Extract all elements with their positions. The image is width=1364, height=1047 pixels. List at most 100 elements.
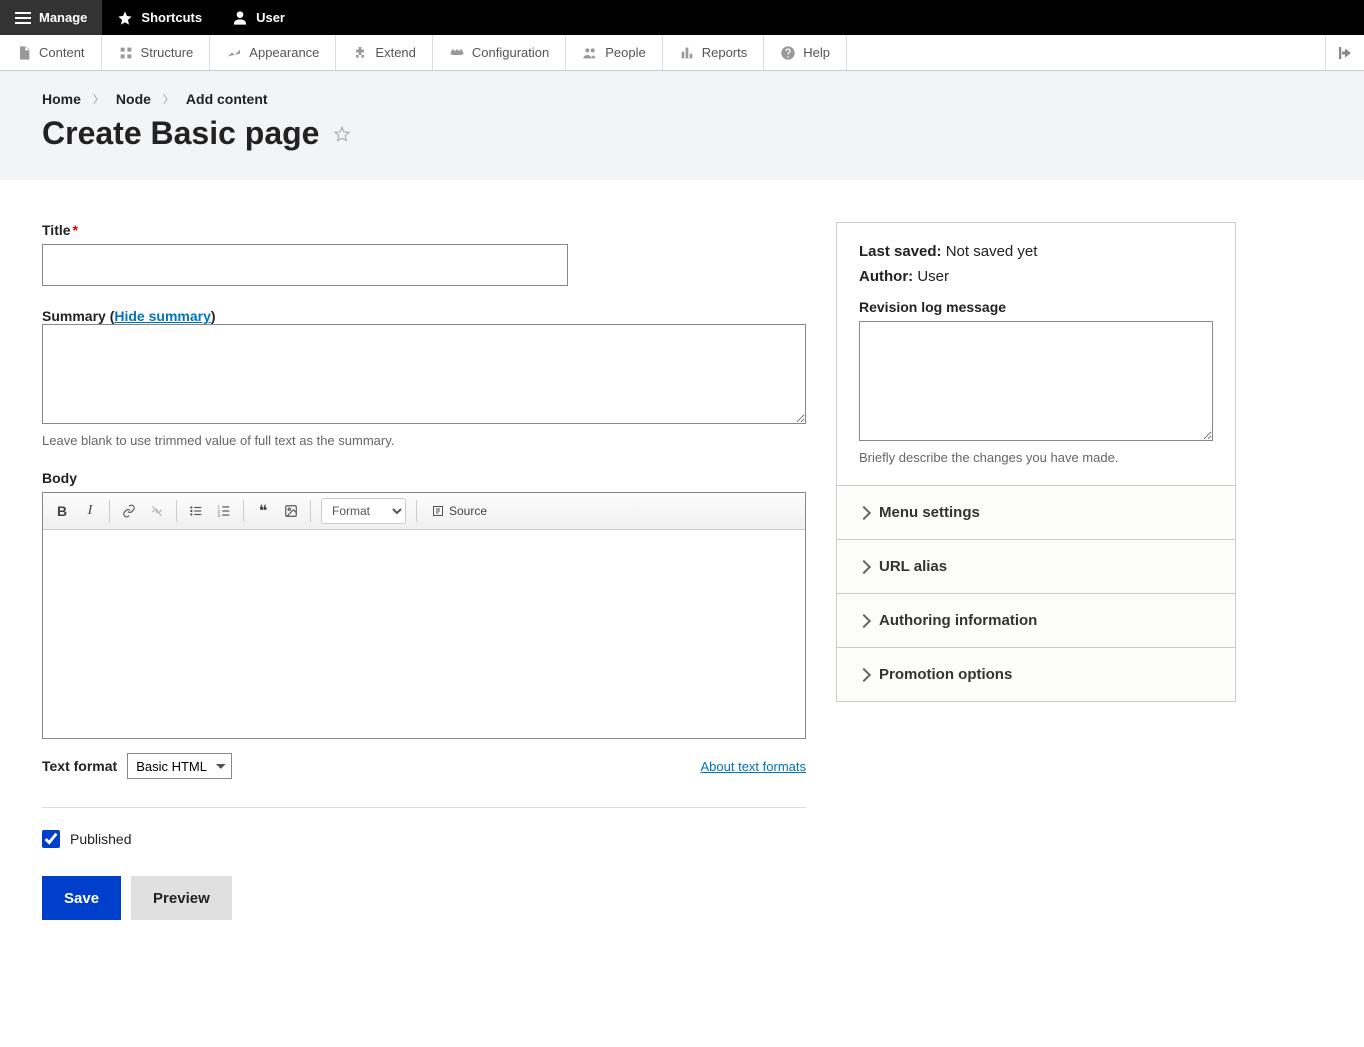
summary-textarea[interactable] — [42, 324, 806, 424]
content-wrap: Title* Summary (Hide summary) Leave blan… — [0, 180, 1364, 960]
admin-menu: Content Structure Appearance Extend Conf… — [0, 35, 1364, 71]
page-title-text: Create Basic page — [42, 115, 319, 152]
revision-label: Revision log message — [859, 299, 1213, 315]
hide-summary-link[interactable]: Hide summary — [114, 308, 210, 324]
configuration-icon — [449, 45, 465, 61]
bold-button[interactable]: B — [49, 498, 75, 524]
save-button[interactable]: Save — [42, 876, 121, 920]
admin-menu-help-label: Help — [803, 45, 830, 60]
svg-text:3: 3 — [218, 513, 221, 518]
accordion-label: Promotion options — [879, 666, 1012, 683]
about-text-formats-link[interactable]: About text formats — [701, 759, 807, 774]
top-toolbar: Manage Shortcuts User — [0, 0, 1364, 35]
toolbar-separator — [243, 500, 244, 522]
editor-wrap: B I 123 — [42, 492, 806, 739]
last-saved-value: Not saved yet — [946, 243, 1038, 260]
summary-field-wrap: Summary (Hide summary) Leave blank to us… — [42, 308, 806, 448]
star-icon — [117, 10, 133, 26]
toolbar-separator — [416, 500, 417, 522]
admin-menu-collapse[interactable] — [1325, 35, 1364, 70]
breadcrumb-home[interactable]: Home — [42, 91, 81, 107]
author-line: Author: User — [859, 268, 1213, 285]
published-checkbox[interactable] — [42, 830, 60, 848]
summary-label-text: Summary — [42, 308, 106, 324]
accordion-label: URL alias — [879, 558, 947, 575]
textformat-label: Text format — [42, 758, 117, 774]
people-icon — [582, 45, 598, 61]
format-dropdown[interactable]: Format — [321, 498, 406, 524]
ul-icon — [189, 504, 203, 518]
accordion-url-alias[interactable]: URL alias — [837, 539, 1235, 593]
bulleted-list-button[interactable] — [183, 498, 209, 524]
admin-menu-structure-label: Structure — [141, 45, 194, 60]
image-button[interactable] — [278, 498, 304, 524]
appearance-icon — [226, 45, 242, 61]
numbered-list-button[interactable]: 123 — [211, 498, 237, 524]
toolbar-separator — [310, 500, 311, 522]
title-input[interactable] — [42, 244, 568, 286]
body-editor[interactable] — [43, 530, 805, 738]
admin-menu-content-label: Content — [39, 45, 85, 60]
revision-textarea[interactable] — [859, 321, 1213, 441]
divider — [42, 807, 806, 808]
admin-menu-appearance-label: Appearance — [249, 45, 319, 60]
collapse-icon — [1336, 44, 1354, 62]
textformat-select[interactable]: Basic HTML — [127, 753, 232, 779]
chevron-right-icon — [857, 559, 871, 573]
unlink-button[interactable] — [144, 498, 170, 524]
admin-menu-structure[interactable]: Structure — [102, 35, 211, 70]
structure-icon — [118, 45, 134, 61]
chevron-right-icon — [857, 505, 871, 519]
help-icon — [780, 45, 796, 61]
admin-menu-reports-label: Reports — [702, 45, 748, 60]
italic-button[interactable]: I — [77, 498, 103, 524]
body-field-wrap: Body B I 123 — [42, 470, 806, 779]
toolbar-separator — [109, 500, 110, 522]
chevron-right-icon: 〉 — [163, 91, 174, 107]
blockquote-button[interactable]: ❝ — [250, 498, 276, 524]
chevron-right-icon: 〉 — [93, 91, 104, 107]
admin-menu-extend[interactable]: Extend — [336, 35, 432, 70]
main-column: Title* Summary (Hide summary) Leave blan… — [42, 222, 806, 920]
author-label: Author: — [859, 268, 913, 285]
admin-menu-help[interactable]: Help — [764, 35, 847, 70]
favorite-star-icon[interactable] — [333, 125, 351, 143]
source-icon — [432, 505, 444, 517]
published-label[interactable]: Published — [70, 831, 132, 847]
summary-label: Summary (Hide summary) — [42, 308, 806, 324]
link-button[interactable] — [116, 498, 142, 524]
preview-button[interactable]: Preview — [131, 876, 232, 920]
admin-menu-configuration[interactable]: Configuration — [433, 35, 566, 70]
admin-menu-appearance[interactable]: Appearance — [210, 35, 336, 70]
title-label-text: Title — [42, 222, 71, 238]
manage-toggle[interactable]: Manage — [0, 0, 102, 35]
required-mark: * — [73, 222, 78, 238]
summary-help: Leave blank to use trimmed value of full… — [42, 433, 806, 448]
sidebar-column: Last saved: Not saved yet Author: User R… — [836, 222, 1236, 702]
reports-icon — [679, 45, 695, 61]
page-title: Create Basic page — [42, 115, 1322, 152]
admin-menu-content[interactable]: Content — [0, 35, 102, 70]
user-menu[interactable]: User — [217, 0, 300, 35]
chevron-right-icon — [857, 667, 871, 681]
breadcrumb-node[interactable]: Node — [116, 91, 151, 107]
content-icon — [16, 45, 32, 61]
admin-menu-people[interactable]: People — [566, 35, 662, 70]
accordion-promotion-options[interactable]: Promotion options — [837, 647, 1235, 701]
accordion-authoring-info[interactable]: Authoring information — [837, 593, 1235, 647]
editor-toolbar: B I 123 — [43, 493, 805, 530]
ol-icon: 123 — [217, 504, 231, 518]
shortcuts-label: Shortcuts — [141, 10, 202, 25]
accordion-menu-settings[interactable]: Menu settings — [837, 486, 1235, 539]
textformat-left: Text format Basic HTML — [42, 753, 232, 779]
breadcrumb-current: Add content — [186, 91, 268, 107]
unlink-icon — [150, 504, 164, 518]
meta-section: Last saved: Not saved yet Author: User R… — [837, 223, 1235, 486]
author-value: User — [917, 268, 949, 285]
shortcuts-link[interactable]: Shortcuts — [102, 0, 217, 35]
image-icon — [284, 504, 298, 518]
admin-menu-reports[interactable]: Reports — [663, 35, 765, 70]
revision-help: Briefly describe the changes you have ma… — [859, 450, 1213, 465]
source-button[interactable]: Source — [423, 498, 496, 524]
chevron-right-icon — [857, 613, 871, 627]
